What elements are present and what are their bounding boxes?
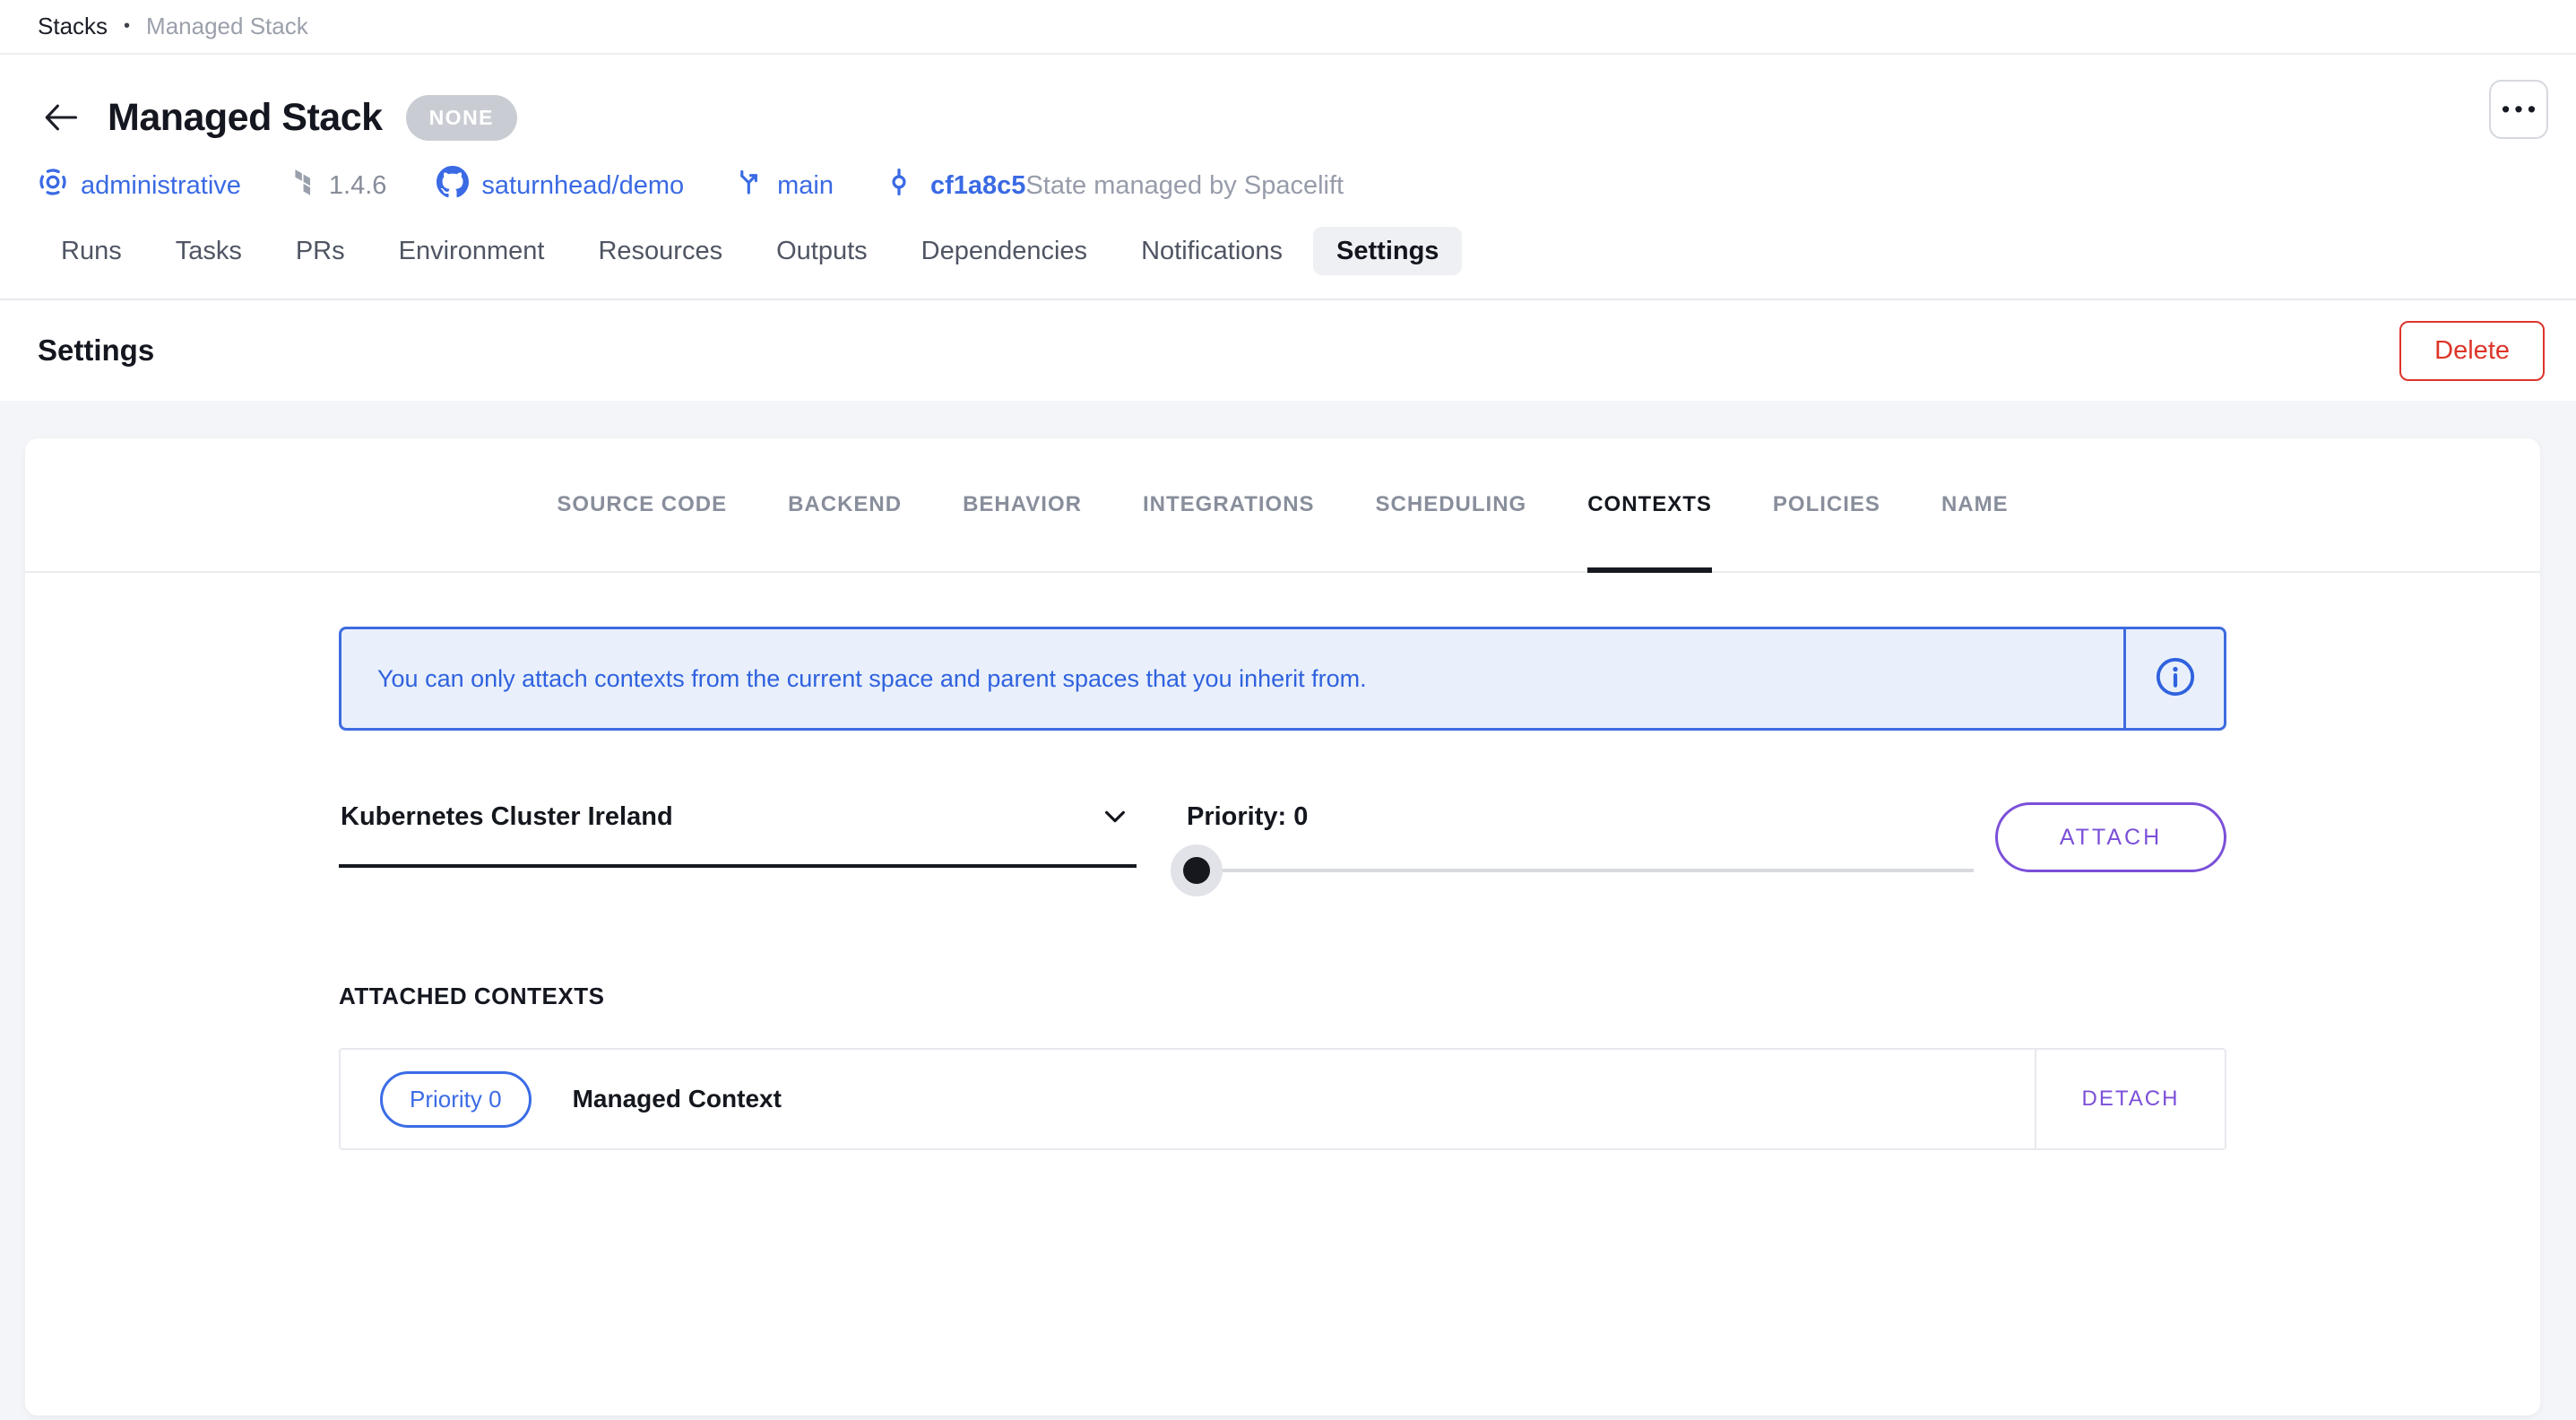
subtab-behavior[interactable]: BEHAVIOR: [963, 438, 1082, 571]
page-title: Managed Stack: [108, 96, 383, 140]
priority-slider[interactable]: [1176, 844, 1974, 896]
attached-contexts-heading: ATTACHED CONTEXTS: [339, 983, 2226, 1010]
subtab-policies[interactable]: POLICIES: [1773, 438, 1880, 571]
settings-bar: Settings Delete: [0, 299, 2576, 401]
priority-slider-track[interactable]: [1176, 869, 1974, 872]
attached-context-name: Managed Context: [573, 1085, 782, 1113]
ellipsis-icon: •••: [2502, 96, 2540, 124]
breadcrumb-current: Managed Stack: [146, 13, 308, 40]
attach-context-controls: Kubernetes Cluster Ireland Priority: 0: [339, 802, 2226, 896]
tab-dependencies[interactable]: Dependencies: [898, 227, 1111, 275]
info-icon: [2155, 656, 2196, 702]
context-select[interactable]: Kubernetes Cluster Ireland: [339, 802, 1137, 868]
priority-badge[interactable]: Priority 0: [380, 1071, 532, 1128]
tab-environment[interactable]: Environment: [376, 227, 568, 275]
state-managed-note: State managed by Spacelift: [1025, 171, 1344, 201]
status-badge: NONE: [406, 95, 517, 141]
repo-meta[interactable]: saturnhead/demo: [437, 166, 684, 205]
context-select-value: Kubernetes Cluster Ireland: [341, 802, 673, 831]
commit-link[interactable]: cf1a8c5: [930, 171, 1025, 201]
title-row: Managed Stack NONE: [38, 83, 2538, 152]
breadcrumb-separator: •: [124, 16, 130, 37]
subtab-backend[interactable]: BACKEND: [788, 438, 902, 571]
info-banner: You can only attach contexts from the cu…: [339, 627, 2226, 731]
attach-button[interactable]: ATTACH: [1995, 802, 2226, 872]
subtab-name[interactable]: NAME: [1941, 438, 2009, 571]
tab-notifications[interactable]: Notifications: [1118, 227, 1306, 275]
terraform-version: 1.4.6: [329, 171, 387, 201]
info-banner-icon-cell[interactable]: [2123, 629, 2224, 728]
github-icon: [437, 166, 469, 205]
branch-link[interactable]: main: [777, 171, 834, 201]
subtab-source-code[interactable]: SOURCE CODE: [557, 438, 727, 571]
attached-context-main: Priority 0 Managed Context: [341, 1050, 2035, 1148]
priority-block: Priority: 0: [1176, 802, 1974, 896]
space-meta[interactable]: administrative: [38, 167, 241, 204]
settings-subtabs: SOURCE CODE BACKEND BEHAVIOR INTEGRATION…: [25, 438, 2540, 573]
commit-icon: [884, 167, 914, 204]
tab-tasks[interactable]: Tasks: [152, 227, 265, 275]
terraform-icon: [291, 168, 316, 203]
detach-button[interactable]: DETACH: [2035, 1050, 2225, 1148]
branch-meta[interactable]: main: [734, 167, 834, 204]
tab-resources[interactable]: Resources: [575, 227, 746, 275]
space-icon: [38, 167, 68, 204]
priority-slider-thumb[interactable]: [1171, 844, 1223, 896]
tab-runs[interactable]: Runs: [38, 227, 145, 275]
repo-link[interactable]: saturnhead/demo: [481, 171, 684, 201]
delete-button[interactable]: Delete: [2399, 321, 2545, 381]
info-banner-text: You can only attach contexts from the cu…: [341, 629, 2123, 728]
branch-icon: [734, 167, 765, 204]
attached-context-row: Priority 0 Managed Context DETACH: [339, 1048, 2226, 1150]
settings-card: SOURCE CODE BACKEND BEHAVIOR INTEGRATION…: [25, 438, 2540, 1416]
stack-header: Managed Stack NONE ••• administrative: [0, 55, 2576, 275]
tab-outputs[interactable]: Outputs: [753, 227, 891, 275]
tab-prs[interactable]: PRs: [272, 227, 368, 275]
subtab-scheduling[interactable]: SCHEDULING: [1376, 438, 1527, 571]
stack-tabs: Runs Tasks PRs Environment Resources Out…: [38, 227, 2538, 275]
commit-meta: cf1a8c5State managed by Spacelift: [884, 167, 1344, 204]
tab-settings[interactable]: Settings: [1313, 227, 1462, 275]
subtab-integrations[interactable]: INTEGRATIONS: [1143, 438, 1315, 571]
subtab-contexts[interactable]: CONTEXTS: [1587, 438, 1712, 571]
back-arrow-icon[interactable]: [38, 94, 84, 141]
stack-meta-row: administrative 1.4.6 saturnhead/demo: [38, 166, 2538, 205]
priority-slider-thumb-dot: [1183, 857, 1210, 884]
chevron-down-icon: [1101, 802, 1129, 836]
settings-section-title: Settings: [38, 333, 154, 368]
breadcrumb-stacks-link[interactable]: Stacks: [38, 13, 108, 40]
version-meta: 1.4.6: [291, 168, 387, 203]
settings-page: SOURCE CODE BACKEND BEHAVIOR INTEGRATION…: [0, 401, 2576, 1420]
breadcrumb: Stacks • Managed Stack: [0, 0, 2576, 55]
more-options-button[interactable]: •••: [2489, 80, 2548, 139]
contexts-panel: You can only attach contexts from the cu…: [339, 573, 2226, 1150]
space-link[interactable]: administrative: [81, 171, 241, 201]
priority-label: Priority: 0: [1176, 802, 1974, 832]
